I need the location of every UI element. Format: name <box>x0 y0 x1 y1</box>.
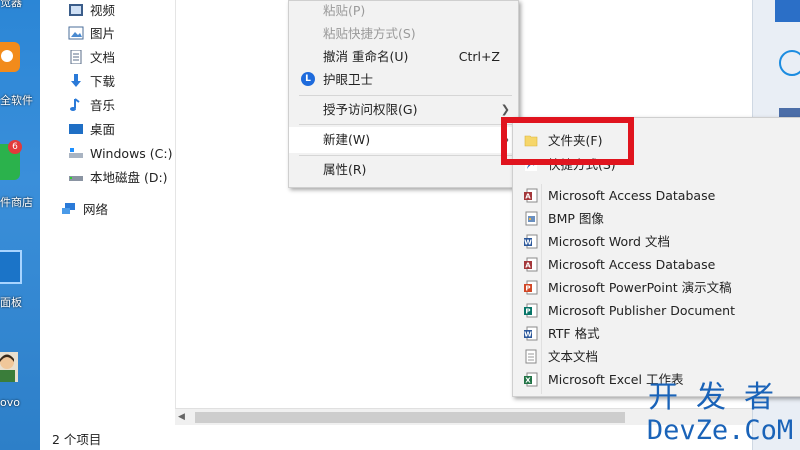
desktop-icon-label[interactable]: 件商店 <box>0 194 33 210</box>
nav-item-label: 本地磁盘 (D:) <box>90 170 168 185</box>
submenu-item-publisher[interactable]: P Microsoft Publisher Document <box>513 299 800 322</box>
app-tile[interactable] <box>775 0 800 22</box>
chat-bubble-icon[interactable] <box>779 50 800 76</box>
watermark: 开发者 DevZe.CoM <box>640 380 800 450</box>
svg-text:W: W <box>524 331 532 339</box>
nav-item-label: 图片 <box>90 26 116 41</box>
pictures-folder-icon <box>68 26 84 40</box>
bmp-image-icon <box>525 211 538 226</box>
notification-badge: 6 <box>8 140 22 154</box>
svg-text:A: A <box>525 193 531 201</box>
desktop-folder-icon <box>69 124 83 134</box>
menu-item-undo-rename[interactable]: 撤消 重命名(U) Ctrl+Z <box>289 45 518 68</box>
nav-item-windows-drive[interactable]: Windows (C:) <box>68 143 172 165</box>
nav-item-label: 网络 <box>83 202 109 217</box>
svg-text:X: X <box>525 377 531 385</box>
excel-icon: X <box>524 372 538 387</box>
nav-item-network[interactable]: 网络 <box>61 199 108 221</box>
watermark-top-text: 开发者 <box>648 380 792 415</box>
menu-item-new[interactable]: 新建(W) ❯ <box>289 127 518 153</box>
submenu-item-access-database-2[interactable]: A Microsoft Access Database <box>513 253 800 276</box>
access-icon: A <box>524 188 538 203</box>
powerpoint-icon: P <box>524 280 538 295</box>
menu-separator <box>299 124 512 125</box>
music-folder-icon <box>70 98 80 111</box>
submenu-item-access-database[interactable]: A Microsoft Access Database <box>513 184 800 207</box>
context-menu: 粘贴(P) 粘贴快捷方式(S) 撤消 重命名(U) Ctrl+Z L 护眼卫士 授予… <box>288 0 519 188</box>
nav-item-label: 文档 <box>90 50 116 65</box>
menu-item-paste-shortcut[interactable]: 粘贴快捷方式(S) <box>289 22 518 45</box>
submenu-item-rtf[interactable]: W RTF 格式 <box>513 322 800 345</box>
menu-item-properties[interactable]: 属性(R) <box>289 158 518 181</box>
submenu-item-word-document[interactable]: W Microsoft Word 文档 <box>513 230 800 253</box>
svg-text:W: W <box>524 239 532 247</box>
text-document-icon <box>525 349 537 364</box>
nav-item-pictures[interactable]: 图片 <box>68 23 115 45</box>
user-avatar-icon[interactable] <box>0 352 18 382</box>
desktop-icon-label[interactable]: 觉器 <box>0 0 22 10</box>
rtf-icon: W <box>524 326 538 341</box>
documents-folder-icon <box>70 50 82 64</box>
menu-separator <box>299 155 512 156</box>
navigation-pane: 视频 图片 文档 下载 音乐 桌面 Windows (C:) 本地磁盘 (D:)… <box>40 0 176 425</box>
menu-separator <box>299 95 512 96</box>
watermark-bottom-text: DevZe.CoM <box>646 415 794 446</box>
submenu-item-powerpoint[interactable]: P Microsoft PowerPoint 演示文稿 <box>513 276 800 299</box>
drive-icon <box>69 176 83 181</box>
nav-item-label: Windows (C:) <box>90 146 173 161</box>
submenu-item-text-document[interactable]: 文本文档 <box>513 345 800 368</box>
scroll-left-icon[interactable]: ◀ <box>178 412 185 422</box>
menu-item-grant-access[interactable]: 授予访问权限(G) ❯ <box>289 98 518 121</box>
nav-item-music[interactable]: 音乐 <box>68 95 115 117</box>
network-icon <box>62 203 75 214</box>
menu-item-eye-guard[interactable]: L 护眼卫士 <box>289 68 518 91</box>
nav-item-label: 下载 <box>90 74 116 89</box>
item-count: 2 个项目 <box>52 432 102 447</box>
publisher-icon: P <box>524 303 538 318</box>
access-icon: A <box>524 257 538 272</box>
nav-item-local-disk[interactable]: 本地磁盘 (D:) <box>68 167 168 189</box>
highlight-box <box>501 117 634 165</box>
svg-text:A: A <box>525 262 531 270</box>
word-icon: W <box>524 234 538 249</box>
nav-item-label: 音乐 <box>90 98 116 113</box>
nav-item-documents[interactable]: 文档 <box>68 47 115 69</box>
desktop-strip: 觉器 全软件 6 件商店 面板 ovo <box>0 0 40 450</box>
security-app-icon[interactable] <box>0 42 20 72</box>
shortcut-label: Ctrl+Z <box>458 49 500 64</box>
control-panel-icon[interactable] <box>0 250 22 284</box>
scrollbar-thumb[interactable] <box>195 412 625 423</box>
svg-text:P: P <box>525 285 530 293</box>
desktop-icon-label[interactable]: 面板 <box>0 294 22 310</box>
menu-item-paste[interactable]: 粘贴(P) <box>289 0 518 22</box>
submenu-item-bmp-image[interactable]: BMP 图像 <box>513 207 800 230</box>
nav-item-downloads[interactable]: 下载 <box>68 71 115 93</box>
desktop-icon-label[interactable]: 全软件 <box>0 92 33 108</box>
video-folder-icon <box>69 4 83 16</box>
nav-item-label: 桌面 <box>90 122 116 137</box>
nav-item-desktop[interactable]: 桌面 <box>68 119 115 141</box>
svg-text:P: P <box>525 308 530 316</box>
eye-guard-icon: L <box>301 72 315 86</box>
desktop-icon-label[interactable]: ovo <box>0 396 20 409</box>
nav-item-videos[interactable]: 视频 <box>68 0 115 22</box>
nav-item-label: 视频 <box>90 3 116 18</box>
windows-drive-icon <box>69 148 83 158</box>
downloads-folder-icon <box>71 74 81 87</box>
